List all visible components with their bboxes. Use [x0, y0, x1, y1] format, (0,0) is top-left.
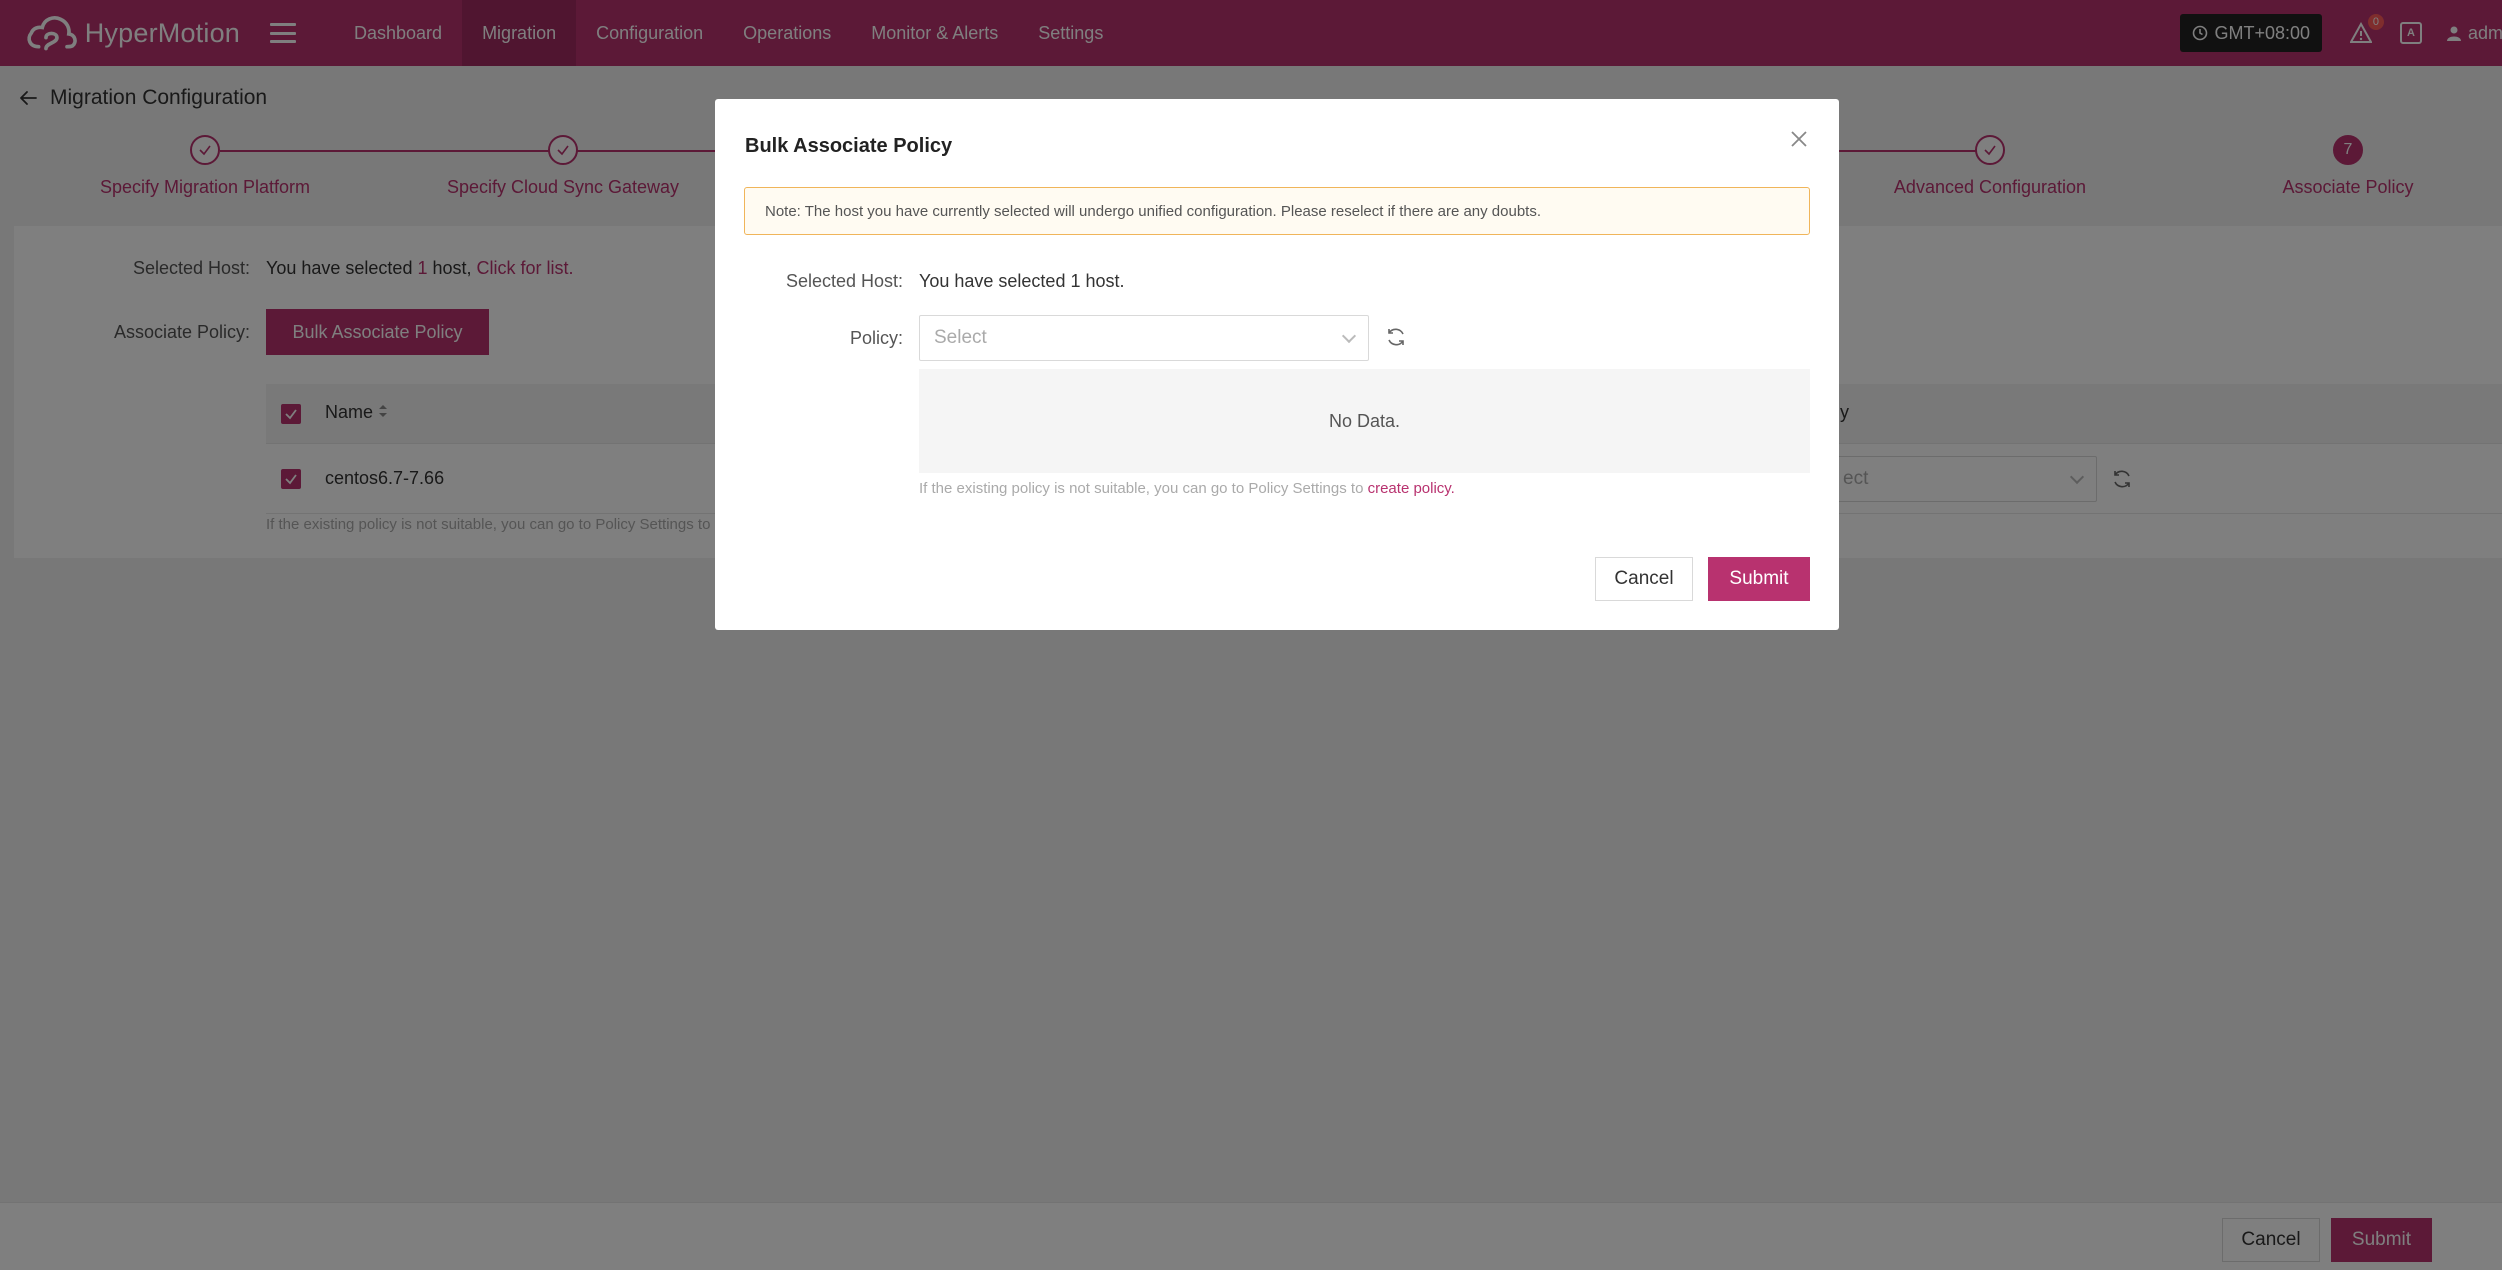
modal-policy-label: Policy:	[849, 328, 903, 348]
policy-empty-state: No Data.	[919, 369, 1810, 473]
bulk-associate-policy-modal: Bulk Associate Policy Note: The host you…	[715, 99, 1839, 630]
modal-selected-host-label: Selected Host:	[785, 271, 903, 291]
modal-submit-button[interactable]: Submit	[1708, 557, 1810, 601]
refresh-icon[interactable]	[1385, 326, 1407, 348]
close-icon[interactable]	[1789, 129, 1809, 149]
create-policy-link[interactable]: create policy.	[1368, 480, 1455, 497]
policy-select[interactable]: Select	[919, 315, 1369, 361]
notice-banner: Note: The host you have currently select…	[744, 187, 1810, 235]
modal-title: Bulk Associate Policy	[745, 135, 953, 157]
modal-policy-hint: If the existing policy is not suitable, …	[919, 480, 1455, 497]
chevron-down-icon	[1341, 328, 1357, 344]
modal-cancel-button[interactable]: Cancel	[1595, 557, 1693, 601]
modal-selected-host-value: You have selected 1 host.	[919, 271, 1125, 291]
